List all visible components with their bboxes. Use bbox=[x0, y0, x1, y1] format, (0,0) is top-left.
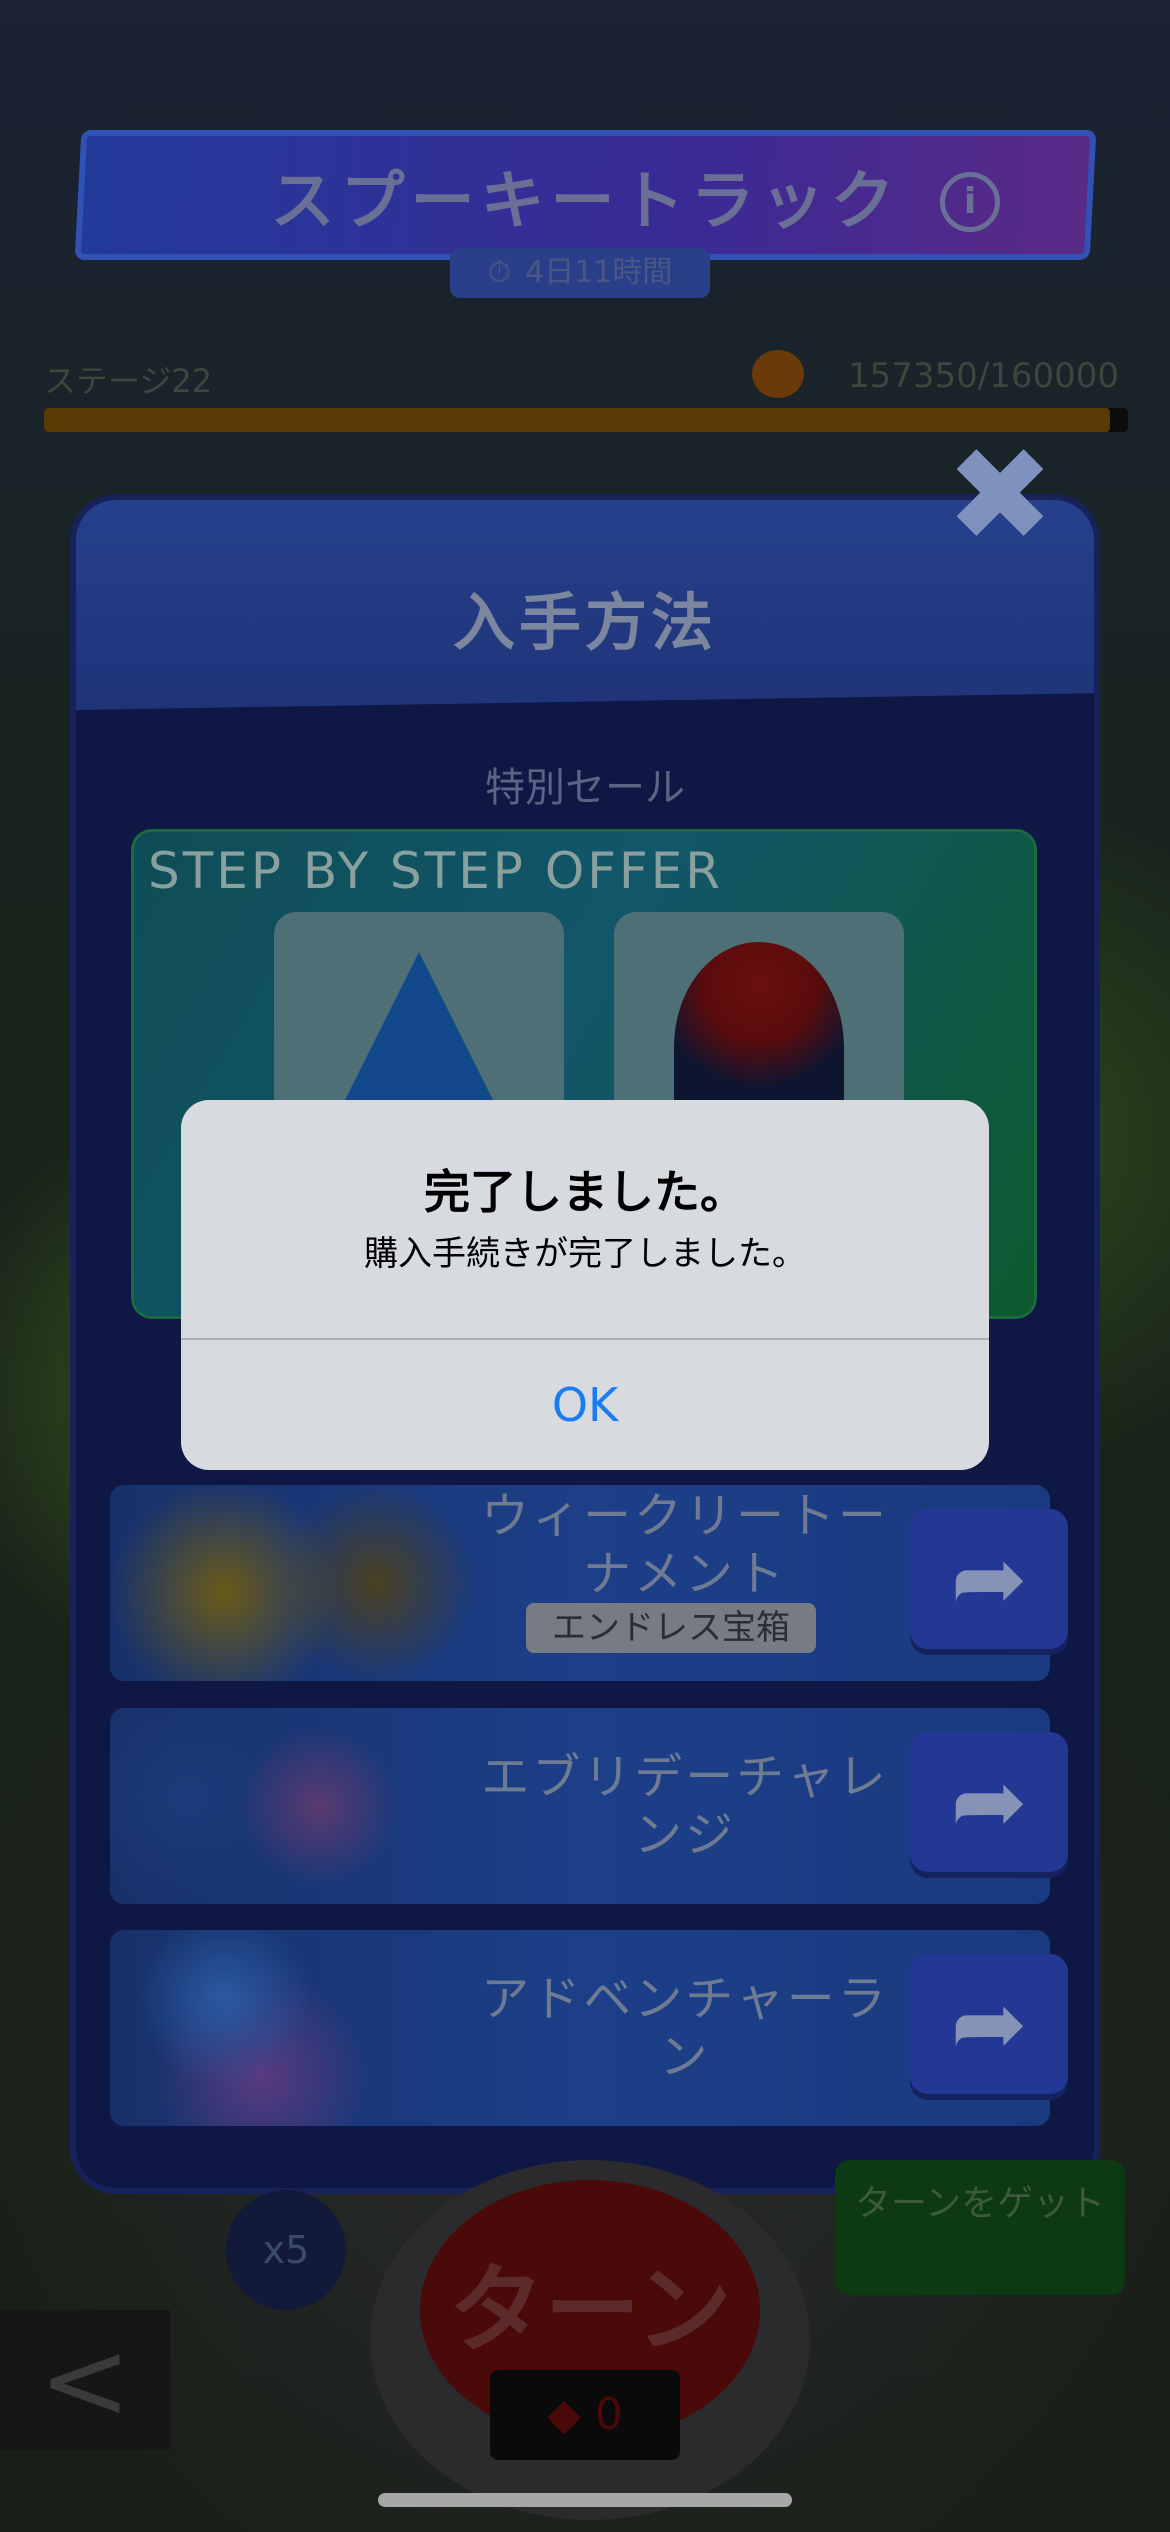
back-button[interactable]: < bbox=[0, 2310, 170, 2450]
go-arrow-button[interactable]: ➦ bbox=[910, 1954, 1068, 2094]
go-arrow-button[interactable]: ➦ bbox=[910, 1509, 1068, 1649]
section-label: 特別セール bbox=[485, 765, 685, 811]
row-title: エブリデーチャレンジ bbox=[481, 1749, 889, 1863]
row-weekly-tournament[interactable]: ウィークリートーナメント エンドレス宝箱 ➦ bbox=[110, 1485, 1068, 1681]
dice-board-art bbox=[110, 1930, 490, 2126]
dice-count: 0 bbox=[594, 2389, 623, 2440]
timer-text: 4日11時間 bbox=[525, 255, 673, 290]
stage-label: ステージ22 bbox=[44, 362, 213, 400]
get-turns-button[interactable]: ターンをゲット bbox=[835, 2160, 1125, 2295]
close-button[interactable]: ✖ bbox=[945, 430, 1055, 560]
dice-icon: ◆ bbox=[547, 2389, 581, 2440]
dice-counter: ◆ 0 bbox=[490, 2370, 680, 2460]
pumpkin-icon bbox=[752, 350, 804, 398]
home-indicator[interactable] bbox=[378, 2493, 792, 2507]
purchase-complete-alert: 完了しました。 購入手続きが完了しました。 OK bbox=[181, 1100, 989, 1470]
calendar-art bbox=[110, 1708, 490, 1904]
row-adventure-run[interactable]: アドベンチャーラン ➦ bbox=[110, 1930, 1068, 2126]
minions-art bbox=[110, 1485, 490, 1681]
points-label: 157350/160000 bbox=[848, 356, 1120, 396]
arrow-right-icon: ➦ bbox=[950, 1970, 1028, 2077]
row-title: ウィークリートーナメント bbox=[480, 1488, 889, 1602]
row-title: アドベンチャーラン bbox=[481, 1971, 889, 2085]
info-icon[interactable]: i bbox=[940, 172, 1000, 232]
arrow-right-icon: ➦ bbox=[950, 1525, 1028, 1632]
alert-title: 完了しました。 bbox=[424, 1165, 746, 1219]
go-arrow-button[interactable]: ➦ bbox=[910, 1732, 1068, 1872]
alert-ok-button[interactable]: OK bbox=[181, 1340, 989, 1470]
offer-title: STEP BY STEP OFFER bbox=[148, 842, 724, 900]
event-timer: ⏱ 4日11時間 bbox=[450, 248, 710, 298]
row-tag: エンドレス宝箱 bbox=[526, 1603, 816, 1653]
stopwatch-icon: ⏱ bbox=[487, 255, 512, 290]
alert-message: 購入手続きが完了しました。 bbox=[364, 1234, 806, 1274]
arrow-right-icon: ➦ bbox=[950, 1748, 1028, 1855]
row-everyday-challenge[interactable]: エブリデーチャレンジ ➦ bbox=[110, 1708, 1068, 1904]
dialog-title: 入手方法 bbox=[452, 586, 717, 659]
multiplier-badge[interactable]: x5 bbox=[226, 2190, 346, 2310]
